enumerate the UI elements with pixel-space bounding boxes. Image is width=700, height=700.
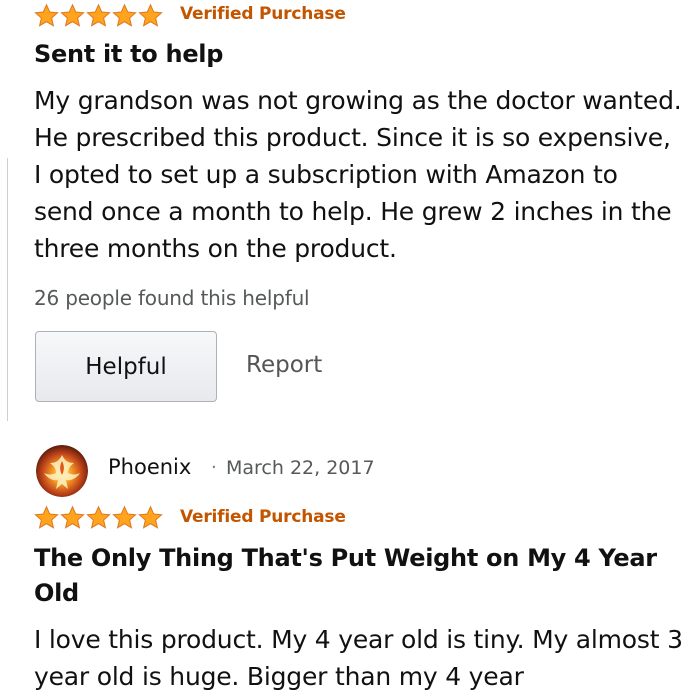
reviewer-name[interactable]: Phoenix xyxy=(108,455,191,479)
star-icon xyxy=(112,3,137,27)
star-icon xyxy=(34,3,59,27)
star-icon xyxy=(60,3,85,27)
star-icon xyxy=(112,505,137,529)
helpful-count: 26 people found this helpful xyxy=(34,286,310,310)
star-icon xyxy=(86,3,111,27)
star-icon xyxy=(60,505,85,529)
star-icon xyxy=(86,505,111,529)
review-title: The Only Thing That's Put Weight on My 4… xyxy=(34,544,657,607)
star-icon xyxy=(138,3,163,27)
verified-purchase-badge: Verified Purchase xyxy=(180,507,346,527)
phoenix-avatar-icon[interactable] xyxy=(36,445,88,497)
star-rating xyxy=(34,3,163,28)
review-title: Sent it to help xyxy=(34,40,224,68)
helpful-button[interactable]: Helpful xyxy=(35,331,217,402)
review-date: March 22, 2017 xyxy=(226,457,375,479)
report-link[interactable]: Report xyxy=(246,352,322,378)
review-body: My grandson was not growing as the docto… xyxy=(34,86,682,263)
review-body: I love this product. My 4 year old is ti… xyxy=(34,625,683,691)
left-divider xyxy=(7,158,8,421)
star-rating xyxy=(34,505,163,530)
star-icon xyxy=(34,505,59,529)
verified-purchase-badge: Verified Purchase xyxy=(180,4,346,24)
separator-dot: · xyxy=(211,457,217,478)
star-icon xyxy=(138,505,163,529)
